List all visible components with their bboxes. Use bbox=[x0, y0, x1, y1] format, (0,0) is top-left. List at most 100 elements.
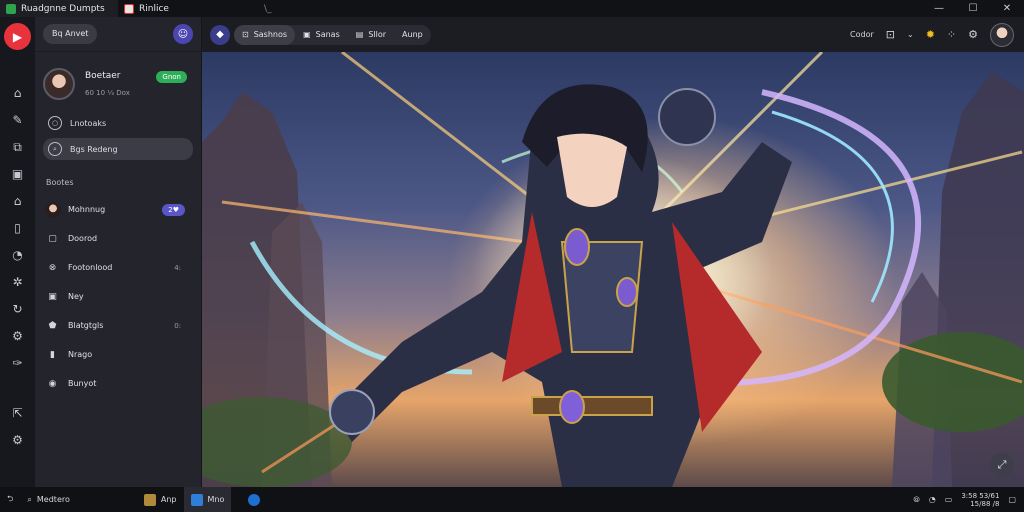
list-item[interactable]: ◉ Bunyot bbox=[35, 369, 201, 398]
notification-icon[interactable]: ▢ bbox=[1008, 495, 1016, 504]
tab-sashnos[interactable]: ⊡ Sashnos bbox=[234, 24, 296, 45]
taskbar-app-label: Mno bbox=[207, 495, 225, 504]
list-item[interactable]: ⊗ Footonlood 4: bbox=[35, 253, 201, 282]
list-item[interactable]: ▮ Nrago bbox=[35, 340, 201, 369]
account-pill[interactable]: Bq Anvet bbox=[43, 24, 98, 44]
back-button[interactable]: ⮌ bbox=[0, 487, 20, 512]
list-item-trail: 4: bbox=[174, 263, 181, 272]
tab-label: Sanas bbox=[315, 30, 340, 39]
nav-label: Bgs Redeng bbox=[70, 144, 118, 154]
tab-label: Ruadgnne Dumpts bbox=[21, 3, 105, 14]
list-item-label: Ney bbox=[68, 292, 84, 301]
browser-tab-2[interactable]: Rinlice bbox=[118, 0, 258, 17]
taskbar-app[interactable]: Anp bbox=[137, 487, 184, 512]
app-logo[interactable]: ▶ bbox=[4, 23, 31, 50]
list-item[interactable]: ▣ Ney bbox=[35, 282, 201, 311]
wifi-icon[interactable]: ◔ bbox=[929, 495, 936, 504]
camera-icon[interactable]: ⊡ bbox=[886, 28, 895, 41]
home-icon[interactable]: ⌂ bbox=[8, 83, 28, 103]
clock-line-2: 15/88 /8 bbox=[970, 499, 1000, 508]
list-item[interactable]: Mohnnug 2♥ bbox=[35, 195, 201, 224]
expand-icon: ⤢ bbox=[997, 458, 1007, 471]
settings-icon[interactable]: ✲ bbox=[8, 272, 28, 292]
bag-icon[interactable]: ⌂ bbox=[8, 191, 28, 211]
minimize-button[interactable]: — bbox=[922, 0, 956, 17]
grid-icon[interactable]: ⁘ bbox=[947, 28, 956, 41]
app-icon bbox=[190, 493, 203, 506]
frame-icon: ▤ bbox=[355, 30, 364, 39]
circle-icon: ○ bbox=[48, 116, 62, 130]
list-item-label: Nrago bbox=[68, 350, 93, 359]
dropdown-chevron-icon[interactable]: ⌄ bbox=[907, 30, 914, 39]
toolbar: ◆ ⊡ Sashnos ▣ Sanas ▤ Sllor Aunp Codor ⊡ ⌄ … bbox=[202, 17, 1024, 52]
icon-rail: ▶ ⌂ ✎ ⧉ ▣ ⌂ ▯ ◔ ✲ ↻ ⚙ ✑ ⇱ ⚙ bbox=[0, 17, 35, 487]
square-icon[interactable]: ▣ bbox=[8, 164, 28, 184]
list-item-label: Doorod bbox=[68, 234, 98, 243]
list-item-label: Blatgtgls bbox=[68, 321, 104, 330]
title-bar: Ruadgnne Dumpts Rinlice \_ — ☐ ✕ bbox=[0, 0, 1024, 17]
taskbar: ⮌ ⌕ Medtero Anp Mno ⦾ ◔ ▭ 3:58 53/61 15/… bbox=[0, 487, 1024, 512]
list-item[interactable]: ⬟ Blatgtgls 0: bbox=[35, 311, 201, 340]
network-icon[interactable]: ⦾ bbox=[913, 495, 919, 505]
close-button[interactable]: ✕ bbox=[990, 0, 1024, 17]
tag-icon: ⊡ bbox=[242, 30, 249, 39]
nav-item-reading[interactable]: ⌕ Bgs Redeng bbox=[43, 138, 193, 160]
taskbar-app[interactable]: Mno bbox=[183, 487, 232, 512]
app-icon bbox=[143, 493, 156, 506]
tab-favicon bbox=[6, 3, 16, 14]
gear-icon[interactable]: ⚙ bbox=[8, 326, 28, 346]
clock-icon[interactable]: ◔ bbox=[8, 245, 28, 265]
user-switch-button[interactable]: ☺ bbox=[173, 24, 193, 44]
maximize-button[interactable]: ☐ bbox=[956, 0, 990, 17]
tab-sllor[interactable]: ▤ Sllor bbox=[348, 25, 394, 45]
list-item-trail: 0: bbox=[174, 321, 181, 330]
diamond-button[interactable]: ◆ bbox=[210, 24, 230, 45]
settings-icon[interactable]: ⚙ bbox=[968, 28, 978, 41]
list-item-label: Mohnnug bbox=[68, 205, 106, 214]
user-icon: ☺ bbox=[177, 28, 189, 40]
main-image: ⤢ bbox=[202, 52, 1024, 487]
pencil-icon[interactable]: ✎ bbox=[8, 110, 28, 130]
door-icon: ▮ bbox=[50, 349, 55, 360]
tab-sanas[interactable]: ▣ Sanas bbox=[295, 25, 348, 45]
clock[interactable]: 3:58 53/61 15/88 /8 bbox=[961, 492, 999, 508]
wrench-icon[interactable]: ✑ bbox=[8, 353, 28, 373]
tab-label: \_ bbox=[264, 3, 272, 14]
battery-icon[interactable]: ▭ bbox=[945, 495, 953, 504]
section-title: Bootes bbox=[46, 178, 74, 187]
browser-tab-1[interactable]: Ruadgnne Dumpts bbox=[0, 0, 118, 17]
taskbar-app-label: Anp bbox=[160, 495, 177, 504]
tab-aunp[interactable]: Aunp bbox=[394, 25, 431, 45]
hero-artwork bbox=[202, 52, 1024, 487]
avatar[interactable] bbox=[990, 22, 1014, 47]
globe-icon: ⊗ bbox=[48, 262, 57, 273]
list-item[interactable]: ▢ Doorod bbox=[35, 224, 201, 253]
expand-button[interactable]: ⤢ bbox=[990, 453, 1014, 477]
browser-tab-3[interactable]: \_ bbox=[258, 0, 298, 17]
refresh-icon[interactable]: ↻ bbox=[8, 299, 28, 319]
book-icon[interactable]: ▯ bbox=[8, 218, 28, 238]
tab-label: Aunp bbox=[402, 30, 423, 39]
sidebar: Bq Anvet ☺ Boetaer 60 10 ⅓ Dox Gnon ○ Ln… bbox=[35, 17, 202, 487]
status-badge: Gnon bbox=[156, 71, 187, 83]
profile-card[interactable]: Boetaer 60 10 ⅓ Dox Gnon bbox=[35, 52, 201, 108]
toolbar-tab-group: ⊡ Sashnos ▣ Sanas ▤ Sllor Aunp bbox=[234, 24, 431, 45]
back-icon: ⮌ bbox=[7, 493, 14, 503]
image-icon: ▣ bbox=[303, 30, 311, 39]
sun-icon[interactable]: ✹ bbox=[926, 28, 935, 41]
cog-icon[interactable]: ⚙ bbox=[8, 430, 28, 450]
clock-line-1: 3:58 53/61 bbox=[961, 491, 1000, 500]
image-icon: ▣ bbox=[48, 291, 57, 302]
profile-meta: 60 10 ⅓ Dox bbox=[85, 89, 130, 97]
taskbar-search[interactable]: ⌕ Medtero bbox=[20, 487, 76, 512]
taskbar-app[interactable] bbox=[241, 487, 267, 512]
export-icon[interactable]: ⇱ bbox=[8, 403, 28, 423]
inbox-icon[interactable]: ⧉ bbox=[8, 137, 28, 157]
record-icon: ◉ bbox=[48, 378, 57, 389]
app-window: Ruadgnne Dumpts Rinlice \_ — ☐ ✕ ▶ ⌂ ✎ ⧉… bbox=[0, 0, 1024, 512]
search-icon: ⌕ bbox=[27, 494, 32, 504]
list-item-label: Footonlood bbox=[68, 263, 113, 272]
nav-item-notebooks[interactable]: ○ Lnotoaks bbox=[43, 112, 193, 134]
taskbar-search-label: Medtero bbox=[36, 495, 70, 504]
window-controls: — ☐ ✕ bbox=[922, 0, 1024, 17]
